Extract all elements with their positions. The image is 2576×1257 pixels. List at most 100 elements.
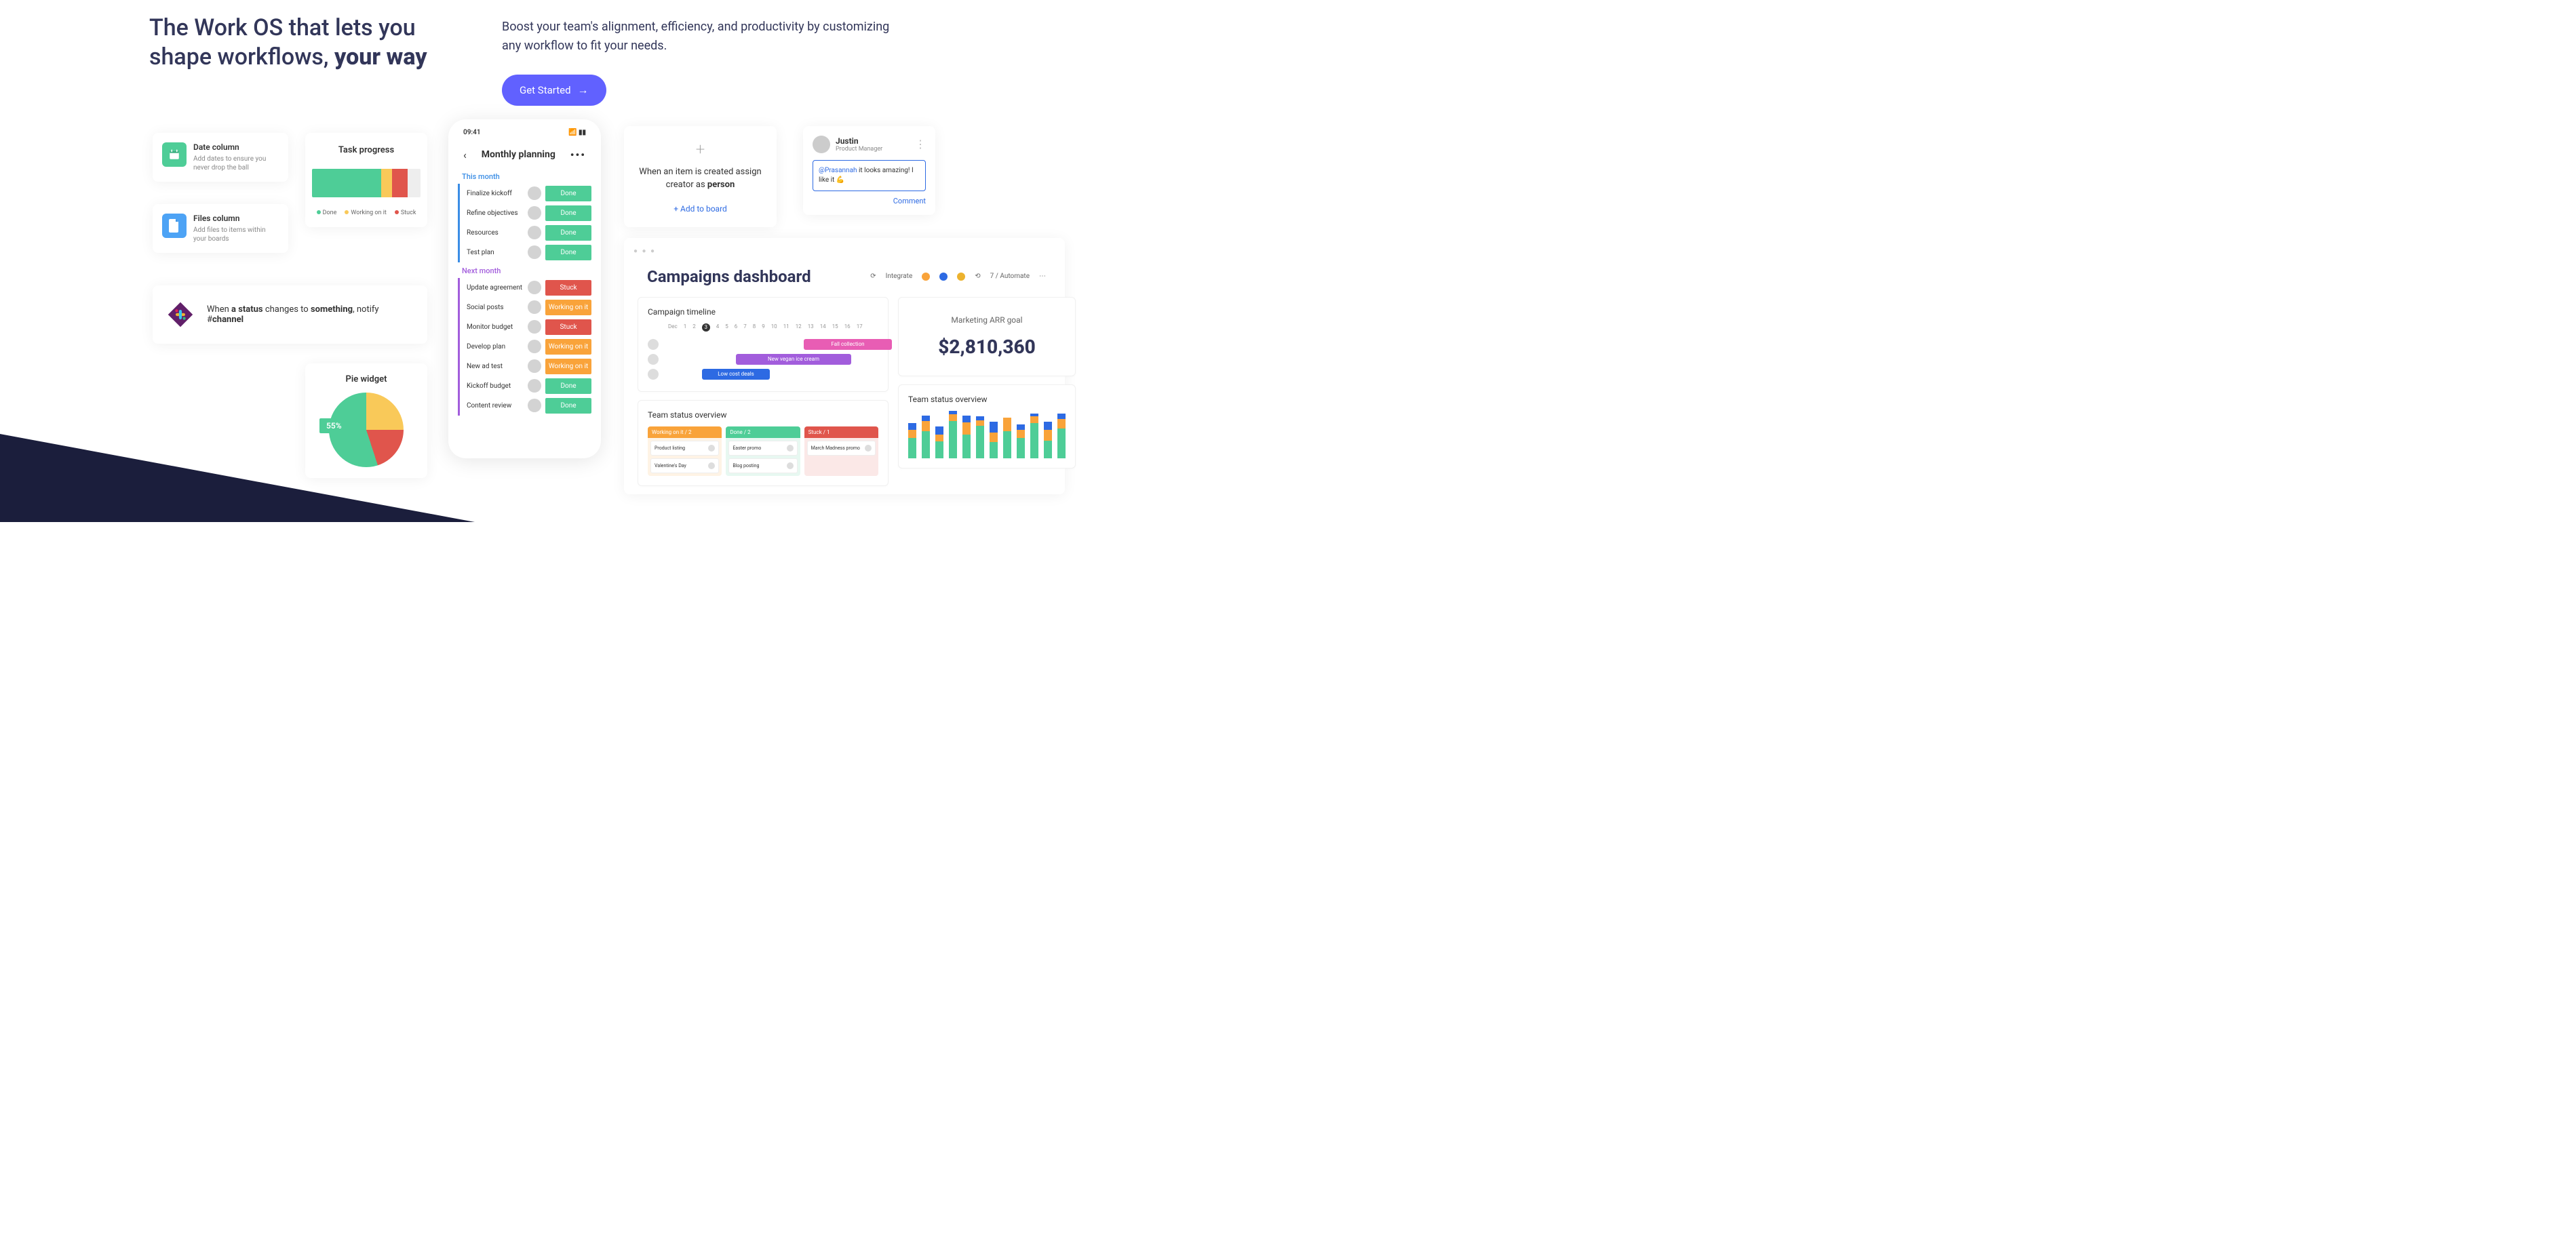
plus-icon: +	[635, 140, 766, 159]
phone-task-row[interactable]: Test planDone	[458, 243, 596, 262]
avatar	[528, 379, 541, 393]
task-name: Finalize kickoff	[467, 190, 524, 197]
card-title: Pie widget	[312, 374, 421, 384]
hero-title: The Work OS that lets you shape workflow…	[149, 14, 434, 71]
team-status-overview-panel: Team status overview Working on it / 2 Pr…	[638, 400, 889, 486]
integrate-icon[interactable]: ⟳	[870, 273, 876, 280]
pie-widget-card: Pie widget 55%	[305, 363, 427, 478]
avatar	[528, 340, 541, 353]
phone-task-row[interactable]: Kickoff budgetDone	[458, 376, 596, 396]
avatar	[528, 399, 541, 412]
bar	[1003, 418, 1011, 458]
timeline-bar[interactable]: Low cost deals	[702, 369, 770, 380]
kanban-card[interactable]: Easter promo	[728, 441, 797, 456]
kanban-card[interactable]: Valentine's Day	[650, 458, 719, 473]
status-badge[interactable]: Stuck	[545, 319, 591, 335]
bar	[1017, 424, 1025, 458]
status-badge[interactable]: Working on it	[545, 300, 591, 315]
avatar	[648, 354, 659, 365]
dashboard-toolbar: ⟳ Integrate ⟲ 7 / Automate ⋯	[870, 273, 1046, 281]
panel-title: Team status overview	[648, 410, 878, 420]
timeline-bar[interactable]: Fall collection	[804, 339, 892, 350]
task-name: Refine objectives	[467, 210, 524, 217]
avatar	[528, 186, 541, 200]
task-name: New ad test	[467, 363, 524, 370]
phone-statusbar: 09:41 📶 ▮▮	[454, 125, 596, 140]
task-name: Develop plan	[467, 343, 524, 351]
pie-badge: 55%	[319, 418, 349, 433]
phone-task-row[interactable]: Refine objectives Done	[458, 203, 596, 223]
status-badge[interactable]: Working on it	[545, 339, 591, 355]
timeline-header: Dec1234567891011121314151617	[648, 323, 878, 332]
phone-group-2: Next month	[454, 262, 596, 278]
arr-label: Marketing ARR goal	[908, 315, 1066, 325]
status-badge[interactable]: Stuck	[545, 280, 591, 296]
phone-task-row[interactable]: Finalize kickoff Done	[458, 184, 596, 203]
avatar	[528, 206, 541, 220]
arr-panel: Marketing ARR goal $2,810,360	[898, 297, 1076, 376]
calendar-icon	[162, 142, 187, 167]
more-icon[interactable]: ⋮	[915, 138, 926, 151]
avatar	[528, 245, 541, 259]
files-column-card: Files column Add files to items within y…	[153, 204, 288, 253]
phone-task-row[interactable]: Resources Done	[458, 223, 596, 243]
comment-input[interactable]: @Prasannah it looks amazing! I like it 💪	[813, 160, 926, 191]
phone-task-row[interactable]: Content review Done	[458, 396, 596, 416]
automate-label[interactable]: 7 / Automate	[990, 273, 1030, 280]
bar	[949, 411, 957, 458]
integrate-label[interactable]: Integrate	[886, 273, 913, 280]
signal-battery-icon: 📶 ▮▮	[568, 129, 586, 136]
add-to-board-link[interactable]: + Add to board	[635, 204, 766, 214]
column-header: Stuck / 1	[804, 426, 878, 438]
automation-card: + When an item is created assign creator…	[624, 126, 777, 227]
get-started-button[interactable]: Get Started →	[502, 75, 606, 106]
task-name: Update agreement	[467, 284, 524, 292]
avatar	[528, 281, 541, 294]
status-badge[interactable]: Done	[545, 186, 591, 201]
comment-link[interactable]: Comment	[813, 197, 926, 205]
more-icon[interactable]: •••	[570, 148, 586, 161]
slack-text: When a status changes to something, noti…	[207, 304, 414, 325]
avatar	[813, 136, 830, 153]
integration-chip-icon	[957, 273, 965, 281]
hero: The Work OS that lets you shape workflow…	[0, 0, 1058, 119]
bar	[976, 416, 984, 458]
status-badge[interactable]: Done	[545, 398, 591, 414]
task-name: Monitor budget	[467, 323, 524, 331]
campaign-timeline-panel: Campaign timeline Dec1234567891011121314…	[638, 297, 889, 392]
status-badge[interactable]: Done	[545, 225, 591, 241]
phone-task-row[interactable]: Monitor budget Stuck	[458, 317, 596, 337]
kanban-card[interactable]: Product listing	[650, 441, 719, 456]
kanban-card[interactable]: March Madness promo	[807, 441, 876, 456]
panel-title: Campaign timeline	[648, 307, 878, 317]
status-badge[interactable]: Done	[545, 378, 591, 394]
phone-title: Monthly planning	[482, 149, 555, 160]
back-icon[interactable]: ‹	[463, 148, 467, 161]
kanban-card[interactable]: Blog posting	[728, 458, 797, 473]
dashboard-title: Campaigns dashboard	[647, 267, 811, 286]
task-name: Content review	[467, 402, 524, 410]
stacked-bar-chart	[908, 411, 1066, 458]
status-badge[interactable]: Working on it	[545, 359, 591, 374]
task-name: Resources	[467, 229, 524, 237]
avatar	[528, 300, 541, 314]
avatar	[865, 445, 872, 452]
automation-text: When an item is created assign creator a…	[635, 165, 766, 192]
bar	[990, 422, 998, 458]
bar	[1030, 414, 1038, 458]
phone-task-row[interactable]: Update agreement Stuck	[458, 278, 596, 298]
avatar	[708, 445, 715, 452]
column-header: Working on it / 2	[648, 426, 722, 438]
phone-mockup: 09:41 📶 ▮▮ ‹ Monthly planning ••• This m…	[448, 119, 601, 458]
panel-title: Team status overview	[908, 395, 1066, 404]
slack-automation-card: When a status changes to something, noti…	[153, 285, 427, 344]
phone-task-row[interactable]: Develop plan Working on it	[458, 337, 596, 357]
phone-task-row[interactable]: Social postsWorking on it	[458, 298, 596, 317]
status-badge[interactable]: Done	[545, 205, 591, 221]
more-icon[interactable]: ⋯	[1039, 273, 1046, 280]
automate-icon[interactable]: ⟲	[975, 273, 980, 280]
status-badge[interactable]: Done	[545, 245, 591, 260]
phone-task-row[interactable]: New ad test Working on it	[458, 357, 596, 376]
timeline-row: Low cost deals	[648, 367, 878, 382]
timeline-bar[interactable]: New vegan ice cream	[736, 354, 851, 365]
